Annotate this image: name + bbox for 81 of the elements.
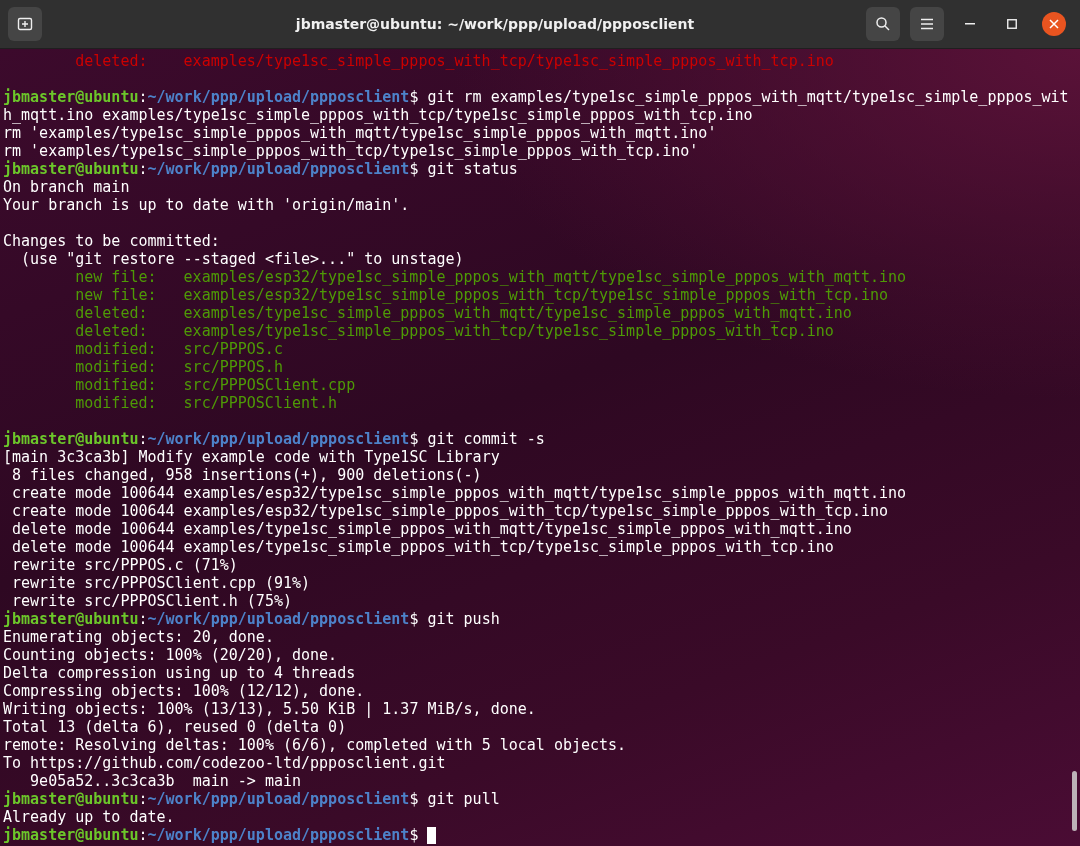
prompt-separator: :: [138, 430, 148, 448]
new-tab-icon: [17, 16, 33, 32]
menu-button[interactable]: [910, 7, 944, 41]
output-line: [main 3c3ca3b] Modify example code with Type1SC Library: [3, 448, 500, 466]
command-text: $ git commit -s: [409, 430, 545, 448]
prompt-user: jbmaster@ubuntu: [3, 160, 139, 178]
prompt-user: jbmaster@ubuntu: [3, 610, 139, 628]
command-text: $ git pull: [409, 790, 500, 808]
prompt-path: ~/work/ppp/upload/ppposclient: [147, 610, 410, 628]
status-label: deleted:: [75, 304, 149, 322]
output-line: rewrite src/PPPOSClient.cpp (91%): [11, 574, 311, 592]
status-label: deleted:: [75, 322, 149, 340]
new-tab-button[interactable]: [8, 7, 42, 41]
search-button[interactable]: [866, 7, 900, 41]
output-line: rewrite src/PPPOS.c (71%): [11, 556, 238, 574]
file-path: examples/type1sc_simple_pppos_with_tcp/type1sc_simple_pppos_with_tcp.ino: [183, 322, 834, 340]
prompt-user: jbmaster@ubuntu: [3, 430, 139, 448]
command-text: $ git status: [409, 160, 518, 178]
output-line: On branch main: [3, 178, 130, 196]
output-line: Total 13 (delta 6), reused 0 (delta 0): [3, 718, 347, 736]
close-icon: [1049, 19, 1059, 29]
output-line: remote: Resolving deltas: 100% (6/6), completed with 5 local objects.: [3, 736, 627, 754]
status-label: modified:: [75, 358, 158, 376]
prompt-user: jbmaster@ubuntu: [3, 88, 139, 106]
output-line: To https://github.com/codezoo-ltd/ppposclient.git: [3, 754, 446, 772]
output-line: (use "git restore --staged <file>..." to unstage): [20, 250, 464, 268]
output-line: rewrite src/PPPOSClient.h (75%): [11, 592, 292, 610]
file-path: examples/type1sc_simple_pppos_with_tcp/type1sc_simple_pppos_with_tcp.ino: [183, 52, 834, 70]
output-line: rm 'examples/type1sc_simple_pppos_with_mqtt/type1sc_simple_pppos_with_mqtt.ino': [3, 124, 717, 142]
prompt-separator: :: [138, 88, 148, 106]
output-line: rm 'examples/type1sc_simple_pppos_with_tcp/type1sc_simple_pppos_with_tcp.ino': [3, 142, 699, 160]
output-line: Enumerating objects: 20, done.: [3, 628, 274, 646]
file-path: examples/esp32/type1sc_simple_pppos_with_tcp/type1sc_simple_pppos_with_tcp.ino: [183, 286, 888, 304]
status-label: modified:: [75, 394, 158, 412]
minimize-icon: [965, 23, 975, 25]
output-line: create mode 100644 examples/esp32/type1sc_simple_pppos_with_mqtt/type1sc_simple_pppos_with_mqtt.ino: [11, 484, 907, 502]
file-path: src/PPPOS.c: [183, 340, 283, 358]
search-icon: [875, 16, 891, 32]
output-line: Delta compression using up to 4 threads: [3, 664, 356, 682]
window-title: jbmaster@ubuntu: ~/work/ppp/upload/ppposclient: [294, 16, 696, 32]
output-line: Already up to date.: [3, 808, 175, 826]
status-label: modified:: [75, 376, 158, 394]
prompt-separator: :: [138, 160, 148, 178]
output-line: Counting objects: 100% (20/20), done.: [3, 646, 338, 664]
status-label: new file:: [75, 286, 158, 304]
command-text: $: [409, 826, 420, 844]
prompt-user: jbmaster@ubuntu: [3, 826, 139, 844]
menu-icon: [920, 18, 934, 30]
output-line: Your branch is up to date with 'origin/main'.: [3, 196, 410, 214]
prompt-user: jbmaster@ubuntu: [3, 790, 139, 808]
output-line: delete mode 100644 examples/type1sc_simple_pppos_with_mqtt/type1sc_simple_pppos_with_mqtt.ino: [11, 520, 852, 538]
file-path: src/PPPOSClient.cpp: [183, 376, 356, 394]
prompt-path: ~/work/ppp/upload/ppposclient: [147, 88, 410, 106]
maximize-icon: [1007, 19, 1017, 29]
output-line: delete mode 100644 examples/type1sc_simple_pppos_with_tcp/type1sc_simple_pppos_with_tcp.ino: [11, 538, 834, 556]
terminal-area[interactable]: [0, 49, 1080, 846]
status-label: deleted:: [75, 52, 149, 70]
status-label: new file:: [75, 268, 158, 286]
prompt-path: ~/work/ppp/upload/ppposclient: [147, 160, 410, 178]
status-label: modified:: [75, 340, 158, 358]
file-path: src/PPPOS.h: [183, 358, 283, 376]
output-line: Writing objects: 100% (13/13), 5.50 KiB | 1.37 MiB/s, done.: [3, 700, 536, 718]
output-line: create mode 100644 examples/esp32/type1sc_simple_pppos_with_tcp/type1sc_simple_pppos_with_tcp.ino: [11, 502, 888, 520]
output-line: 8 files changed, 958 insertions(+), 900 deletions(-): [11, 466, 482, 484]
output-line: Compressing objects: 100% (12/12), done.: [3, 682, 365, 700]
file-path: src/PPPOSClient.h: [183, 394, 338, 412]
prompt-separator: :: [138, 610, 148, 628]
prompt-separator: :: [138, 790, 148, 808]
prompt-path: ~/work/ppp/upload/ppposclient: [147, 826, 410, 844]
scrollbar-thumb[interactable]: [1072, 771, 1077, 831]
file-path: examples/type1sc_simple_pppos_with_mqtt/type1sc_simple_pppos_with_mqtt.ino: [183, 304, 852, 322]
close-button[interactable]: [1042, 12, 1066, 36]
prompt-path: ~/work/ppp/upload/ppposclient: [147, 430, 410, 448]
prompt-separator: :: [138, 826, 148, 844]
output-line: h_mqtt.ino examples/type1sc_simple_pppos_with_tcp/type1sc_simple_pppos_with_tcp.ino: [3, 106, 753, 124]
file-path: examples/esp32/type1sc_simple_pppos_with_mqtt/type1sc_simple_pppos_with_mqtt.ino: [183, 268, 907, 286]
prompt-path: ~/work/ppp/upload/ppposclient: [147, 790, 410, 808]
command-text: $ git push: [409, 610, 500, 628]
output-line: 9e05a52..3c3ca3b main -> main: [29, 772, 301, 790]
output-line: Changes to be committed:: [3, 232, 220, 250]
command-text: $ git rm examples/type1sc_simple_pppos_with_mqtt/type1sc_simple_pppos_wit: [409, 88, 1069, 106]
